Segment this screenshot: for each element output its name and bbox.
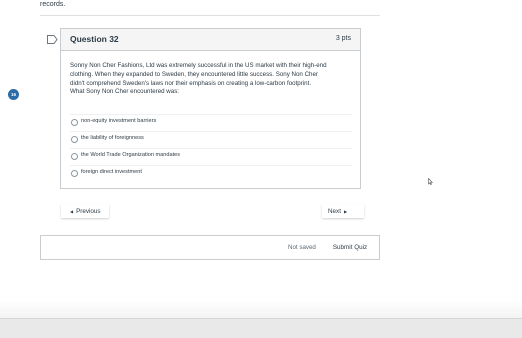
radio-button[interactable] [71,153,78,160]
answer-label[interactable]: non-equity investment barriers [81,118,156,124]
next-button-label: Next [328,207,341,215]
radio-button[interactable] [71,170,78,177]
radio-button[interactable] [71,136,78,143]
left-triangle-icon: ◀ [70,208,74,214]
submit-quiz-button[interactable]: Submit Quiz [327,240,373,255]
bookmark-flag-icon[interactable] [47,35,58,44]
answer-label[interactable]: the liability of foreignness [81,135,144,141]
previous-button-label: Previous [76,207,101,215]
quiz-footer: Not saved Submit Quiz [40,235,380,260]
answer-label[interactable]: the World Trade Organization mandates [81,152,180,158]
save-status: Not saved [288,244,316,251]
page-bottom-fade [0,300,522,318]
previous-button[interactable]: ◀ Previous [61,204,109,218]
question-text-line: clothing. When they expanded to Sweden, … [70,70,318,78]
question-card: Question 32 3 pts Sonny Non Cher Fashion… [60,28,361,189]
previous-question-tail-text: records. [40,1,66,8]
answer-option-1[interactable]: non-equity investment barriers [70,114,352,130]
next-button[interactable]: Next ▶ [322,204,364,218]
bottom-bar [0,318,522,338]
radio-button[interactable] [71,119,78,126]
right-triangle-icon: ▶ [343,208,348,214]
question-text-line: Sonny Non Cher Fashions, Ltd was extreme… [70,62,327,69]
quiz-page: records. 16 Question 32 3 pts Sonny Non … [0,0,522,338]
answer-option-3[interactable]: the World Trade Organization mandates [70,148,352,164]
mouse-pointer-icon [428,178,433,185]
question-text-line: didn't comprehend Sweden's laws nor thei… [70,79,312,87]
question-text: Sonny Non Cher Fashions, Ltd was extreme… [70,62,355,97]
answer-option-4[interactable]: foreign direct investment [70,165,352,181]
question-points: 3 pts [335,35,351,42]
answer-option-2[interactable]: the liability of foreignness [70,131,352,147]
question-header: Question 32 3 pts [61,29,360,51]
question-number-badge: 16 [8,89,19,100]
question-text-line: What Sony Non Cher encountered was: [70,88,180,96]
question-title: Question 32 [70,34,119,44]
answer-label[interactable]: foreign direct investment [81,169,142,175]
divider [40,15,380,16]
